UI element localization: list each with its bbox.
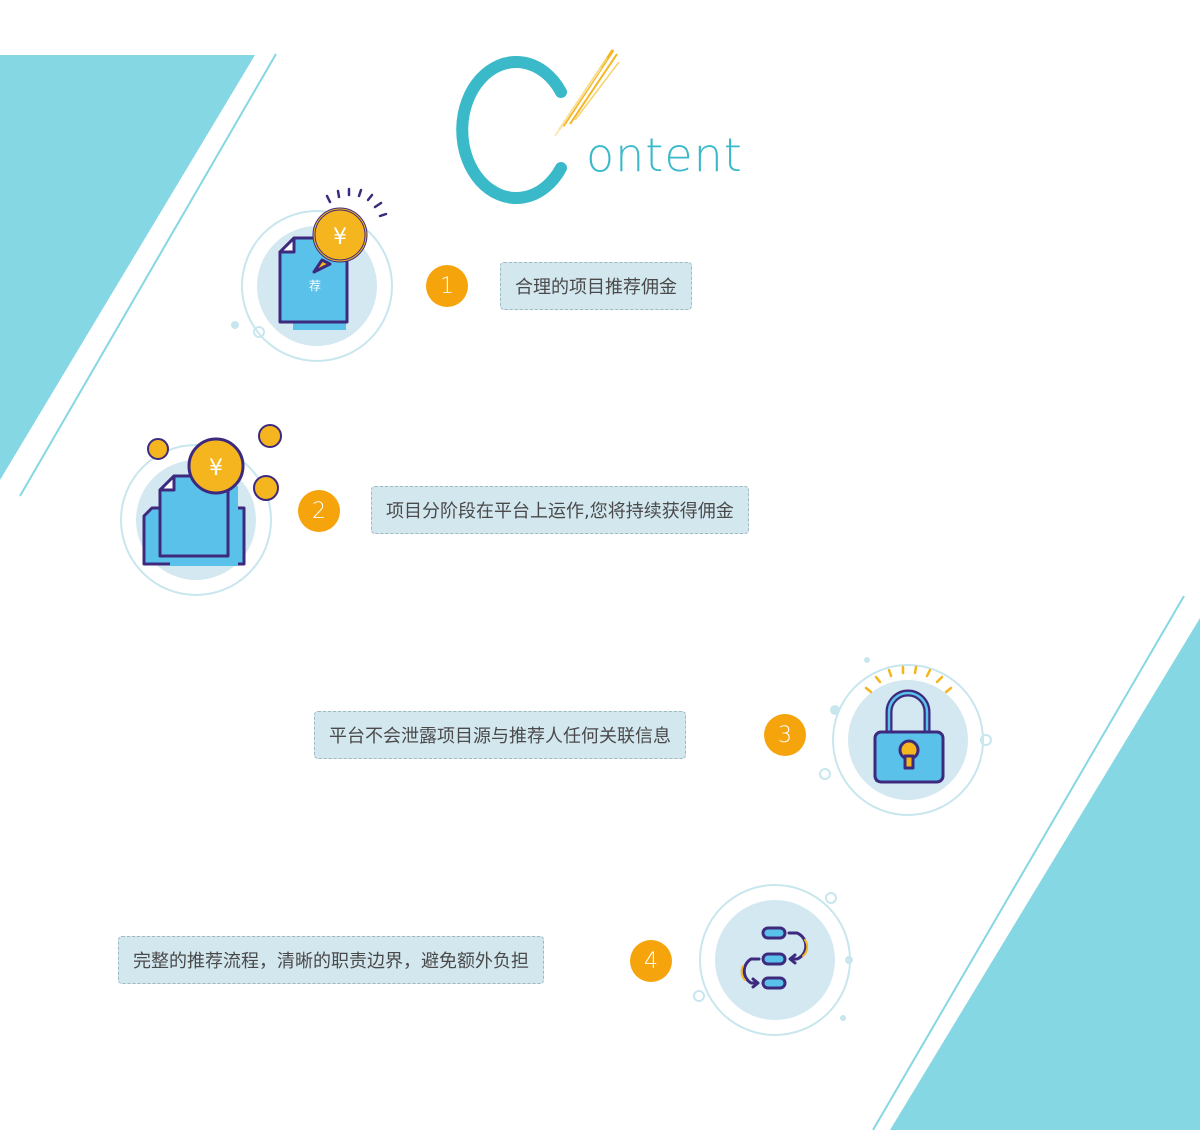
coin-symbol: ¥ [209,456,223,481]
step-number-2: 2 [298,490,340,532]
recommend-document-coin-icon: 荐 ¥ [231,187,393,362]
step-number-1: 1 [426,265,468,307]
coin-symbol: ¥ [333,225,347,250]
step-label-2: 项目分阶段在平台上运作,您将持续获得佣金 [371,486,749,534]
padlock-icon [819,657,992,816]
step-number-4: 4 [630,940,672,982]
flow-nodes [761,926,787,990]
step-label-1: 合理的项目推荐佣金 [500,262,692,310]
document-char: 荐 [309,279,321,293]
left-accent-triangle [0,55,255,480]
documents-coins-icon: ¥ [120,424,282,596]
step-label-3: 平台不会泄露项目源与推荐人任何关联信息 [314,711,686,759]
step-number-3: 3 [764,714,806,756]
process-flow-icon [693,884,853,1036]
heading-text: ontent [586,128,743,182]
step-label-4: 完整的推荐流程，清晰的职责边界，避免额外负担 [118,936,544,984]
